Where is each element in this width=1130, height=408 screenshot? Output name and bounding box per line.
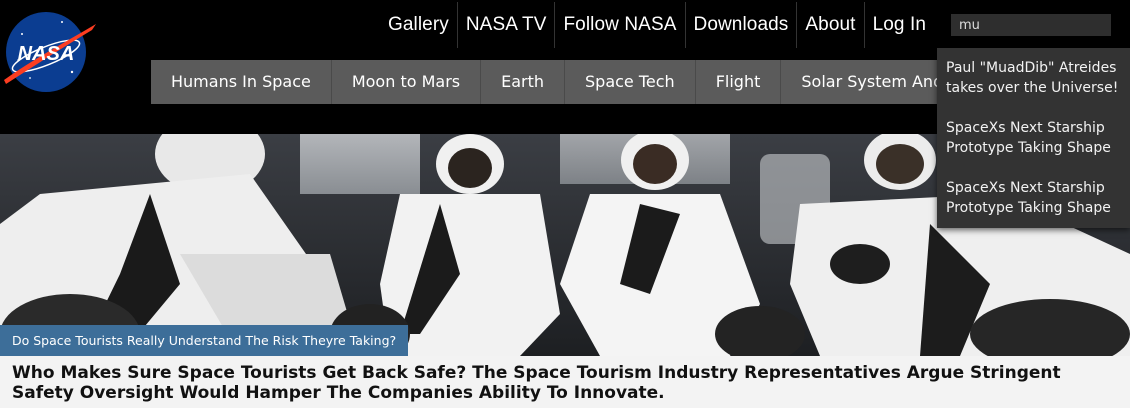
top-nav-gallery[interactable]: Gallery	[380, 2, 457, 48]
top-nav: Gallery NASA TV Follow NASA Downloads Ab…	[380, 2, 934, 48]
top-nav-about[interactable]: About	[797, 2, 863, 48]
hero-caption[interactable]: Do Space Tourists Really Understand The …	[0, 325, 409, 356]
main-nav-earth[interactable]: Earth	[481, 60, 566, 104]
top-nav-nasa-tv[interactable]: NASA TV	[458, 2, 555, 48]
article-headline[interactable]: Who Makes Sure Space Tourists Get Back S…	[0, 356, 1130, 408]
search-suggestions: Paul "MuadDib" Atreides takes over the U…	[937, 48, 1130, 228]
main-nav-space-tech[interactable]: Space Tech	[565, 60, 696, 104]
suggestion-item[interactable]: SpaceXs Next Starship Prototype Taking S…	[937, 108, 1130, 168]
main-nav-flight[interactable]: Flight	[696, 60, 782, 104]
logo-text: NASA	[18, 43, 75, 65]
top-nav-downloads[interactable]: Downloads	[686, 2, 797, 48]
search-input[interactable]	[951, 14, 1111, 36]
main-nav-humans-in-space[interactable]: Humans In Space	[151, 60, 332, 104]
nasa-logo[interactable]: NASA	[2, 8, 98, 96]
top-nav-follow-nasa[interactable]: Follow NASA	[555, 2, 684, 48]
main-nav-moon-to-mars[interactable]: Moon to Mars	[332, 60, 482, 104]
suggestion-item[interactable]: Paul "MuadDib" Atreides takes over the U…	[937, 48, 1130, 108]
suggestion-item[interactable]: SpaceXs Next Starship Prototype Taking S…	[937, 168, 1130, 228]
top-nav-log-in[interactable]: Log In	[865, 2, 934, 48]
